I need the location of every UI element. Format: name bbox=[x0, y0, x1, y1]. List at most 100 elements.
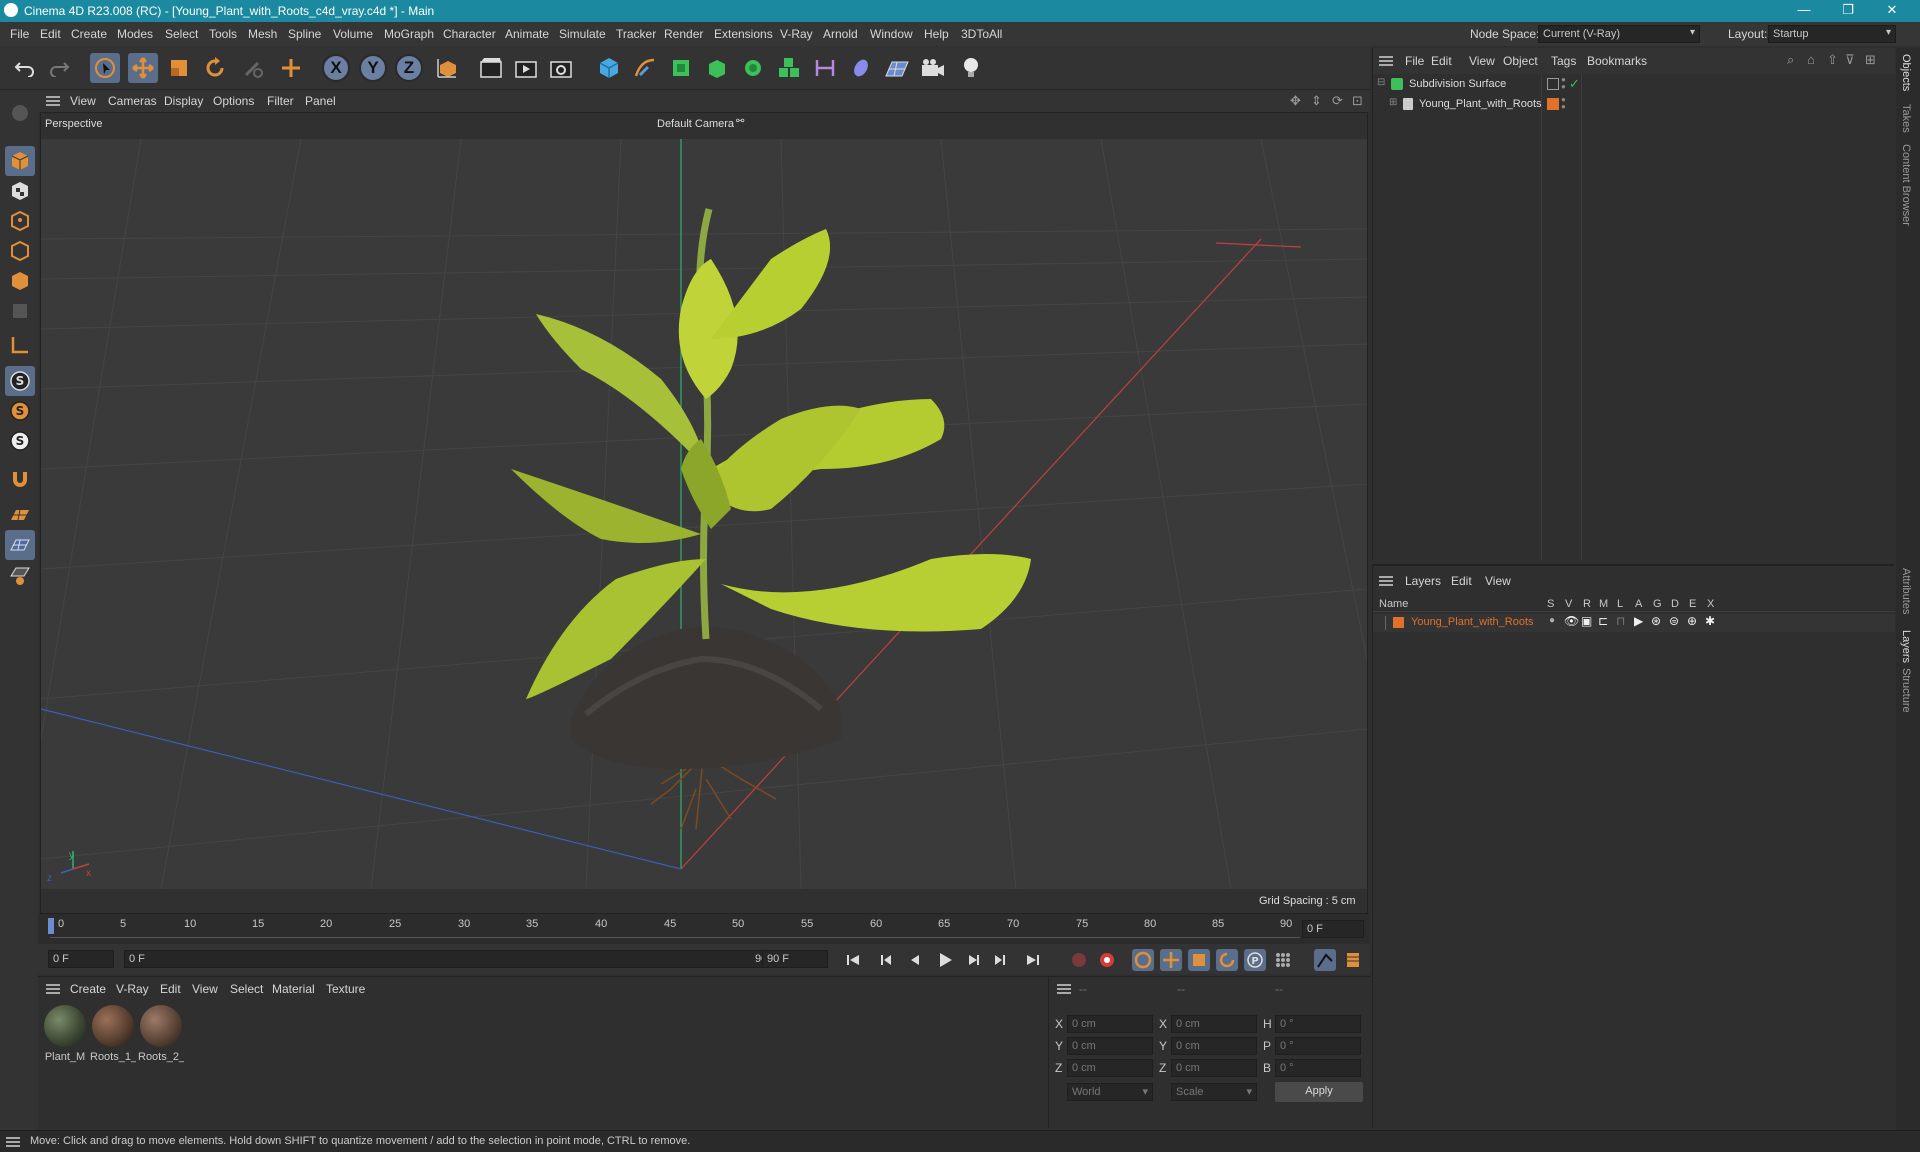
previous-frame-button[interactable] bbox=[904, 949, 926, 971]
key-rotation-button[interactable] bbox=[1216, 949, 1238, 971]
light-button[interactable] bbox=[956, 53, 986, 83]
generator-icon[interactable]: ⊛ bbox=[1651, 614, 1661, 628]
up-arrow-icon[interactable]: ⇧ bbox=[1827, 52, 1838, 68]
material-menu-view[interactable]: View bbox=[192, 982, 218, 996]
material-menu-vray[interactable]: V-Ray bbox=[116, 982, 149, 996]
undo-button[interactable] bbox=[10, 53, 40, 83]
make-editable-button[interactable] bbox=[5, 98, 35, 128]
menu-tracker[interactable]: Tracker bbox=[616, 27, 656, 41]
camera-button[interactable] bbox=[918, 53, 948, 83]
tab-content-browser[interactable]: Content Browser bbox=[1900, 144, 1912, 226]
material-swatch[interactable]: Roots_2_ bbox=[138, 1005, 184, 1063]
lock-icon[interactable]: ⊓ bbox=[1616, 614, 1625, 628]
extrude-button[interactable] bbox=[702, 53, 732, 83]
restore-button[interactable]: ❐ bbox=[1828, 2, 1868, 18]
tab-objects[interactable]: Objects bbox=[1900, 54, 1912, 91]
live-selection-button[interactable] bbox=[90, 53, 120, 83]
mograph-button[interactable] bbox=[774, 53, 804, 83]
menu-modes[interactable]: Modes bbox=[117, 27, 153, 41]
viewport-menu-cameras[interactable]: Cameras bbox=[108, 94, 157, 108]
hamburger-icon[interactable] bbox=[1057, 984, 1071, 994]
end-frame-field[interactable]: 90 F bbox=[762, 950, 828, 968]
render-view-button[interactable] bbox=[476, 53, 506, 83]
start-frame-field[interactable]: 0 F bbox=[48, 950, 114, 968]
rotation-h-field[interactable]: 0 ° bbox=[1275, 1015, 1361, 1033]
frame-range-slider[interactable]: 0 F 90 F bbox=[124, 950, 784, 968]
eye-icon[interactable]: 👁 bbox=[1564, 614, 1579, 628]
recent-tool-button[interactable] bbox=[238, 53, 268, 83]
collapse-icon[interactable]: ⊟ bbox=[1377, 77, 1385, 88]
animation-icon[interactable]: ▶ bbox=[1634, 614, 1643, 628]
menu-mograph[interactable]: MoGraph bbox=[384, 27, 434, 41]
minimize-button[interactable]: — bbox=[1784, 2, 1824, 17]
material-menu-material[interactable]: Material bbox=[272, 982, 315, 996]
playhead[interactable] bbox=[48, 918, 54, 934]
go-to-start-button[interactable] bbox=[842, 949, 864, 971]
solo-off-button[interactable]: S bbox=[5, 426, 35, 456]
object-menu-object[interactable]: Object bbox=[1503, 54, 1538, 68]
viewport-menu-view[interactable]: View bbox=[70, 94, 96, 108]
menu-help[interactable]: Help bbox=[924, 27, 949, 41]
uv-mode-button[interactable] bbox=[5, 296, 35, 326]
key-parameter-button[interactable]: P bbox=[1244, 949, 1266, 971]
layout-select[interactable]: Startup ▾ bbox=[1768, 25, 1896, 43]
home-icon[interactable]: ⌂ bbox=[1807, 52, 1815, 67]
zoom-view-icon[interactable]: ⇕ bbox=[1311, 93, 1322, 109]
solo-hierarchy-button[interactable]: S bbox=[5, 396, 35, 426]
xref-icon[interactable]: ✱ bbox=[1705, 614, 1715, 628]
object-row-plant[interactable]: ⊞ Young_Plant_with_Roots ● ● bbox=[1373, 96, 1895, 114]
scale-tool-button[interactable] bbox=[164, 53, 194, 83]
object-menu-bookmarks[interactable]: Bookmarks bbox=[1587, 54, 1647, 68]
manager-icon[interactable]: ⊏ bbox=[1598, 614, 1608, 628]
motion-record-button[interactable] bbox=[1314, 949, 1336, 971]
viewport-menu-display[interactable]: Display bbox=[164, 94, 203, 108]
filter-icon[interactable]: ⊽ bbox=[1845, 52, 1855, 68]
menu-edit[interactable]: Edit bbox=[40, 27, 61, 41]
key-selection-button[interactable] bbox=[1132, 949, 1154, 971]
hamburger-icon[interactable] bbox=[1379, 56, 1393, 66]
menu-tools[interactable]: Tools bbox=[209, 27, 237, 41]
object-menu-tags[interactable]: Tags bbox=[1551, 54, 1576, 68]
layer-toggle-icon[interactable] bbox=[1547, 78, 1559, 90]
tab-layers[interactable]: Layers bbox=[1900, 630, 1912, 663]
material-menu-texture[interactable]: Texture bbox=[326, 982, 365, 996]
next-key-button[interactable] bbox=[988, 949, 1010, 971]
menu-animate[interactable]: Animate bbox=[505, 27, 549, 41]
apply-button[interactable]: Apply bbox=[1275, 1082, 1363, 1102]
position-x-field[interactable]: 0 cm bbox=[1067, 1015, 1153, 1033]
toggle-view-icon[interactable]: ⊡ bbox=[1352, 93, 1363, 109]
go-to-end-button[interactable] bbox=[1022, 949, 1044, 971]
rotation-b-field[interactable]: 0 ° bbox=[1275, 1059, 1361, 1077]
viewport-menu-options[interactable]: Options bbox=[213, 94, 254, 108]
menu-create[interactable]: Create bbox=[71, 27, 107, 41]
render-settings-button[interactable] bbox=[546, 53, 576, 83]
size-x-field[interactable]: 0 cm bbox=[1171, 1015, 1257, 1033]
visibility-dots-icon[interactable]: ● ● bbox=[1561, 96, 1566, 111]
tab-takes[interactable]: Takes bbox=[1900, 104, 1912, 133]
menu-spline[interactable]: Spline bbox=[288, 27, 321, 41]
grid-button[interactable] bbox=[5, 530, 35, 560]
enabled-check-icon[interactable]: ✓ bbox=[1569, 76, 1580, 92]
tab-structure[interactable]: Structure bbox=[1900, 668, 1912, 713]
axis-mode-button[interactable] bbox=[5, 330, 35, 360]
menu-mesh[interactable]: Mesh bbox=[248, 27, 277, 41]
hamburger-icon[interactable] bbox=[46, 984, 60, 994]
record-keys-button[interactable] bbox=[1068, 949, 1090, 971]
object-menu-edit[interactable]: Edit bbox=[1431, 54, 1452, 68]
position-y-field[interactable]: 0 cm bbox=[1067, 1037, 1153, 1055]
material-menu-edit[interactable]: Edit bbox=[160, 982, 181, 996]
subdivision-surface-button[interactable] bbox=[666, 53, 696, 83]
object-menu-view[interactable]: View bbox=[1469, 54, 1495, 68]
axis-x-lock-button[interactable]: X bbox=[322, 54, 350, 82]
layers-menu-layers[interactable]: Layers bbox=[1405, 574, 1441, 588]
current-frame-field[interactable]: 0 F bbox=[1302, 920, 1364, 938]
edge-mode-button[interactable] bbox=[5, 236, 35, 266]
menu-arnold[interactable]: Arnold bbox=[823, 27, 858, 41]
viewport-menu-filter[interactable]: Filter bbox=[267, 94, 294, 108]
rotate-view-icon[interactable]: ⟳ bbox=[1332, 93, 1343, 109]
material-swatch[interactable]: Roots_1_ bbox=[90, 1005, 136, 1063]
menu-extensions[interactable]: Extensions bbox=[714, 27, 773, 41]
redo-button[interactable] bbox=[44, 53, 74, 83]
pen-spline-button[interactable] bbox=[630, 53, 660, 83]
camera-link-icon[interactable]: ⚯ bbox=[736, 116, 744, 127]
